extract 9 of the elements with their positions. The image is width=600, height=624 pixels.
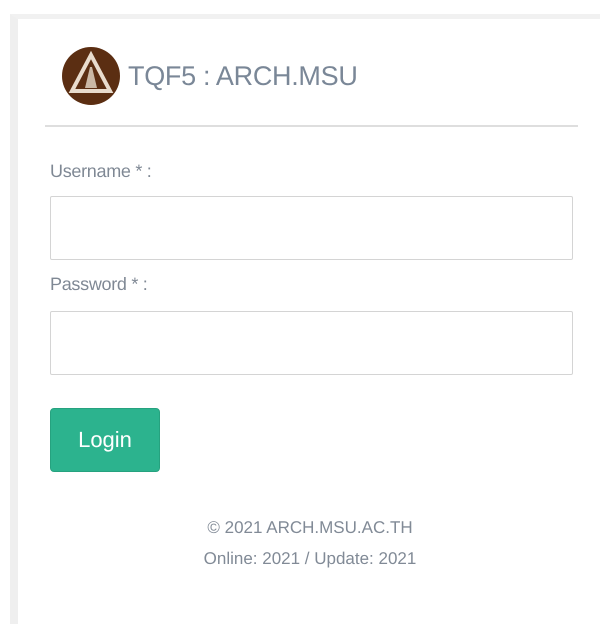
logo-icon — [62, 47, 120, 105]
input-field[interactable] — [50, 196, 573, 260]
footer-text: © 2021 ARCH.MSU.AC.TH — [207, 518, 413, 538]
field-label: Password * : — [50, 274, 148, 295]
input-field[interactable] — [50, 311, 573, 375]
footer-text: Online: 2021 / Update: 2021 — [204, 549, 416, 569]
field-label: Username * : — [50, 161, 152, 182]
login-button[interactable]: Login — [50, 408, 160, 472]
app-title: TQF5 : ARCH.MSU — [128, 60, 358, 92]
